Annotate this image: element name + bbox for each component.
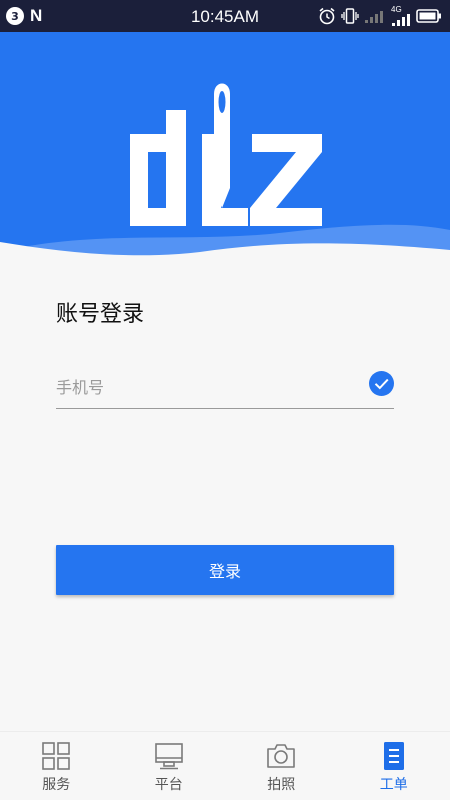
- nav-label-platform: 平台: [154, 777, 183, 793]
- nav-item-workorder[interactable]: 工单: [338, 732, 450, 800]
- signal-weak-icon: [365, 11, 383, 23]
- login-title: 账号登录: [56, 302, 145, 327]
- camera-icon: [267, 744, 296, 768]
- nav-item-service[interactable]: 服务: [0, 732, 113, 800]
- network-label: 4G: [391, 5, 402, 14]
- phone-field: [56, 368, 394, 409]
- check-circle-icon[interactable]: [369, 371, 394, 396]
- grid-icon: [42, 742, 71, 770]
- nav-item-platform[interactable]: 平台: [113, 732, 226, 800]
- nav-label-workorder: 工单: [379, 777, 408, 793]
- header-wave: [0, 224, 450, 260]
- monitor-icon: [154, 743, 183, 770]
- document-icon: [383, 742, 404, 770]
- header-banner: [0, 32, 450, 260]
- alarm-icon: [319, 7, 335, 25]
- network-indicator: 4G: [391, 6, 411, 26]
- nav-label-service: 服务: [42, 777, 71, 793]
- vibrate-icon: [341, 8, 359, 24]
- bottom-nav: 服务 平台 拍照 工单: [0, 731, 450, 800]
- nav-label-camera: 拍照: [267, 777, 296, 793]
- nav-item-camera[interactable]: 拍照: [225, 732, 338, 800]
- signal-strong-icon: [392, 14, 410, 26]
- phone-input[interactable]: [56, 368, 356, 406]
- login-button[interactable]: 登录: [56, 545, 394, 595]
- status-bar: 3 N 10:45AM 4G: [0, 0, 450, 32]
- status-right: 4G: [318, 6, 442, 26]
- battery-icon: [416, 9, 441, 23]
